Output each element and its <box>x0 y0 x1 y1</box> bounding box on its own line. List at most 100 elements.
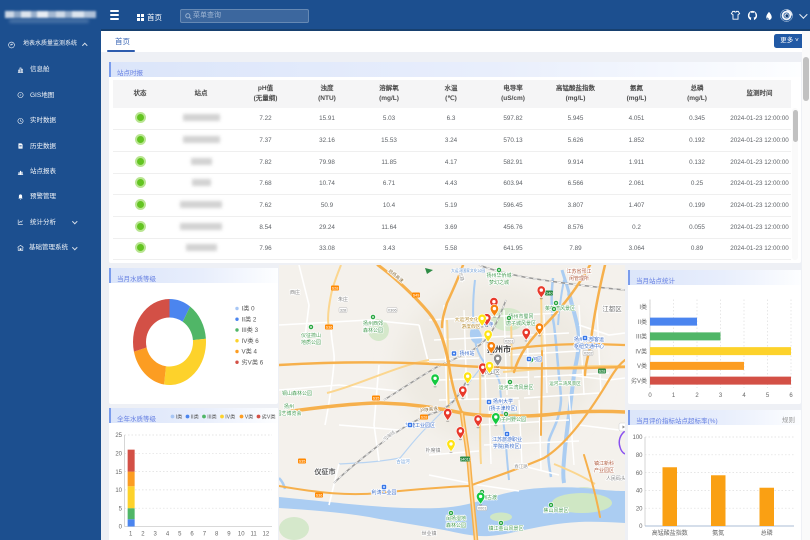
svg-text:园艺博览会: 园艺博览会 <box>279 410 302 417</box>
svg-text:扬州东部客运: 扬州东部客运 <box>574 336 604 343</box>
svg-text:仪征市: 仪征市 <box>314 467 336 476</box>
svg-text:茱萸湾风景区: 茱萸湾风景区 <box>545 305 575 312</box>
svg-text:40: 40 <box>636 489 643 495</box>
svg-text:高锰酸盐指数: 高锰酸盐指数 <box>652 529 688 537</box>
svg-text:III类 3: III类 3 <box>242 326 259 334</box>
svg-text:II类: II类 <box>638 318 647 326</box>
svg-text:S28: S28 <box>599 370 606 374</box>
svg-text:枢纽交通中心: 枢纽交通中心 <box>574 343 604 350</box>
svg-text:20: 20 <box>115 452 122 458</box>
svg-text:0: 0 <box>639 524 643 530</box>
svg-text:20: 20 <box>636 506 643 512</box>
svg-text:森林公园: 森林公园 <box>446 522 466 529</box>
svg-text:江苏省邗江: 江苏省邗江 <box>566 268 591 275</box>
svg-text:扬州: 扬州 <box>284 403 294 410</box>
svg-text:7: 7 <box>203 532 207 538</box>
svg-text:人民码头: 人民码头 <box>606 475 625 482</box>
svg-text:地质公园: 地质公园 <box>301 339 321 346</box>
svg-text:运河三湾风景区: 运河三湾风景区 <box>498 384 533 391</box>
svg-text:劣V类 6: 劣V类 6 <box>242 358 264 366</box>
svg-text:0: 0 <box>119 525 123 531</box>
svg-text:5: 5 <box>178 532 182 538</box>
svg-text:IV类 6: IV类 6 <box>242 337 260 345</box>
svg-text:铜山森林公园: 铜山森林公园 <box>282 390 312 397</box>
svg-text:大运河国家文化公园: 大运河国家文化公园 <box>451 268 485 273</box>
svg-text:80: 80 <box>636 453 643 459</box>
svg-text:10: 10 <box>238 532 245 538</box>
svg-text:60: 60 <box>636 471 643 477</box>
svg-text:朴席镇: 朴席镇 <box>425 447 440 454</box>
svg-text:V类: V类 <box>245 413 254 421</box>
svg-text:12: 12 <box>263 532 270 538</box>
svg-text:古运河: 古运河 <box>396 458 410 465</box>
svg-text:V类: V类 <box>637 362 647 370</box>
svg-text:梦幻之城: 梦幻之城 <box>489 279 509 286</box>
svg-text:仪征捺山: 仪征捺山 <box>301 332 321 339</box>
svg-text:S36: S36 <box>326 326 333 330</box>
svg-text:328: 328 <box>340 309 346 313</box>
svg-text:II类: II类 <box>191 413 199 421</box>
svg-text:V类 4: V类 4 <box>242 348 258 356</box>
svg-text:X201: X201 <box>505 340 514 344</box>
svg-text:利涛工业园: 利涛工业园 <box>371 489 396 496</box>
svg-text:氨氮: 氨氮 <box>712 529 724 537</box>
svg-text:X001: X001 <box>478 507 487 511</box>
svg-text:闰扬湿地: 闰扬湿地 <box>446 515 466 522</box>
svg-text:15: 15 <box>115 470 122 476</box>
svg-text:西庄: 西庄 <box>290 289 300 296</box>
svg-text:扬州站: 扬州站 <box>459 350 474 357</box>
svg-text:III类: III类 <box>636 333 647 341</box>
svg-text:I类: I类 <box>639 303 647 311</box>
svg-text:10: 10 <box>115 488 122 494</box>
svg-text:II类 2: II类 2 <box>242 315 257 323</box>
svg-text:总磷: 总磷 <box>761 529 773 537</box>
svg-text:2: 2 <box>141 532 145 538</box>
svg-text:25: 25 <box>115 433 122 439</box>
svg-text:11: 11 <box>250 532 257 538</box>
svg-text:春江路: 春江路 <box>514 463 528 470</box>
svg-text:扬子问野公园: 扬子问野公园 <box>496 416 526 423</box>
svg-text:焦山风景区: 焦山风景区 <box>543 507 568 514</box>
svg-text:世业镇: 世业镇 <box>421 530 436 537</box>
svg-text:3: 3 <box>154 532 158 538</box>
svg-text:5: 5 <box>119 506 123 512</box>
svg-text:S28: S28 <box>421 416 428 420</box>
svg-text:G40: G40 <box>545 292 552 296</box>
svg-text:3: 3 <box>719 393 723 399</box>
svg-text:4: 4 <box>742 393 746 399</box>
svg-text:100: 100 <box>632 435 643 441</box>
svg-text:江都区: 江都区 <box>602 305 622 313</box>
svg-text:1: 1 <box>672 393 676 399</box>
svg-text:9: 9 <box>227 532 231 538</box>
svg-text:产业园区: 产业园区 <box>594 467 614 474</box>
svg-text:8: 8 <box>215 532 219 538</box>
svg-text:扬州华侨城: 扬州华侨城 <box>486 272 511 279</box>
svg-text:III类: III类 <box>207 413 217 421</box>
svg-text:2: 2 <box>695 393 699 399</box>
svg-text:IV类: IV类 <box>225 413 235 421</box>
svg-text:S35: S35 <box>299 460 306 464</box>
svg-text:I类 0: I类 0 <box>242 305 256 313</box>
svg-text:S35: S35 <box>373 397 380 401</box>
svg-text:闲管理所: 闲管理所 <box>569 275 589 282</box>
svg-text:森林公园: 森林公园 <box>363 327 383 334</box>
svg-text:学院(新校区): 学院(新校区) <box>493 443 522 450</box>
svg-text:6: 6 <box>190 532 194 538</box>
svg-text:镇江新科: 镇江新科 <box>594 460 614 467</box>
svg-text:4: 4 <box>166 532 170 538</box>
svg-text:镇江金山风景区: 镇江金山风景区 <box>488 525 523 532</box>
svg-text:游度假区: 游度假区 <box>461 323 480 330</box>
svg-text:I类: I类 <box>176 413 183 421</box>
svg-text:0: 0 <box>648 393 652 399</box>
svg-text:唐子城风景区: 唐子城风景区 <box>506 320 536 327</box>
svg-text:S49: S49 <box>413 294 420 298</box>
svg-text:X202: X202 <box>584 352 593 356</box>
svg-text:1: 1 <box>129 532 133 538</box>
svg-text:扬州大学: 扬州大学 <box>493 398 513 405</box>
svg-text:IV类: IV类 <box>635 347 647 355</box>
svg-text:扬州市蜀冈: 扬州市蜀冈 <box>508 313 533 320</box>
svg-text:S28: S28 <box>332 287 339 291</box>
svg-text:江苏旅游职业: 江苏旅游职业 <box>492 436 522 443</box>
svg-text:5: 5 <box>766 393 770 399</box>
svg-text:劣V类: 劣V类 <box>631 377 647 385</box>
